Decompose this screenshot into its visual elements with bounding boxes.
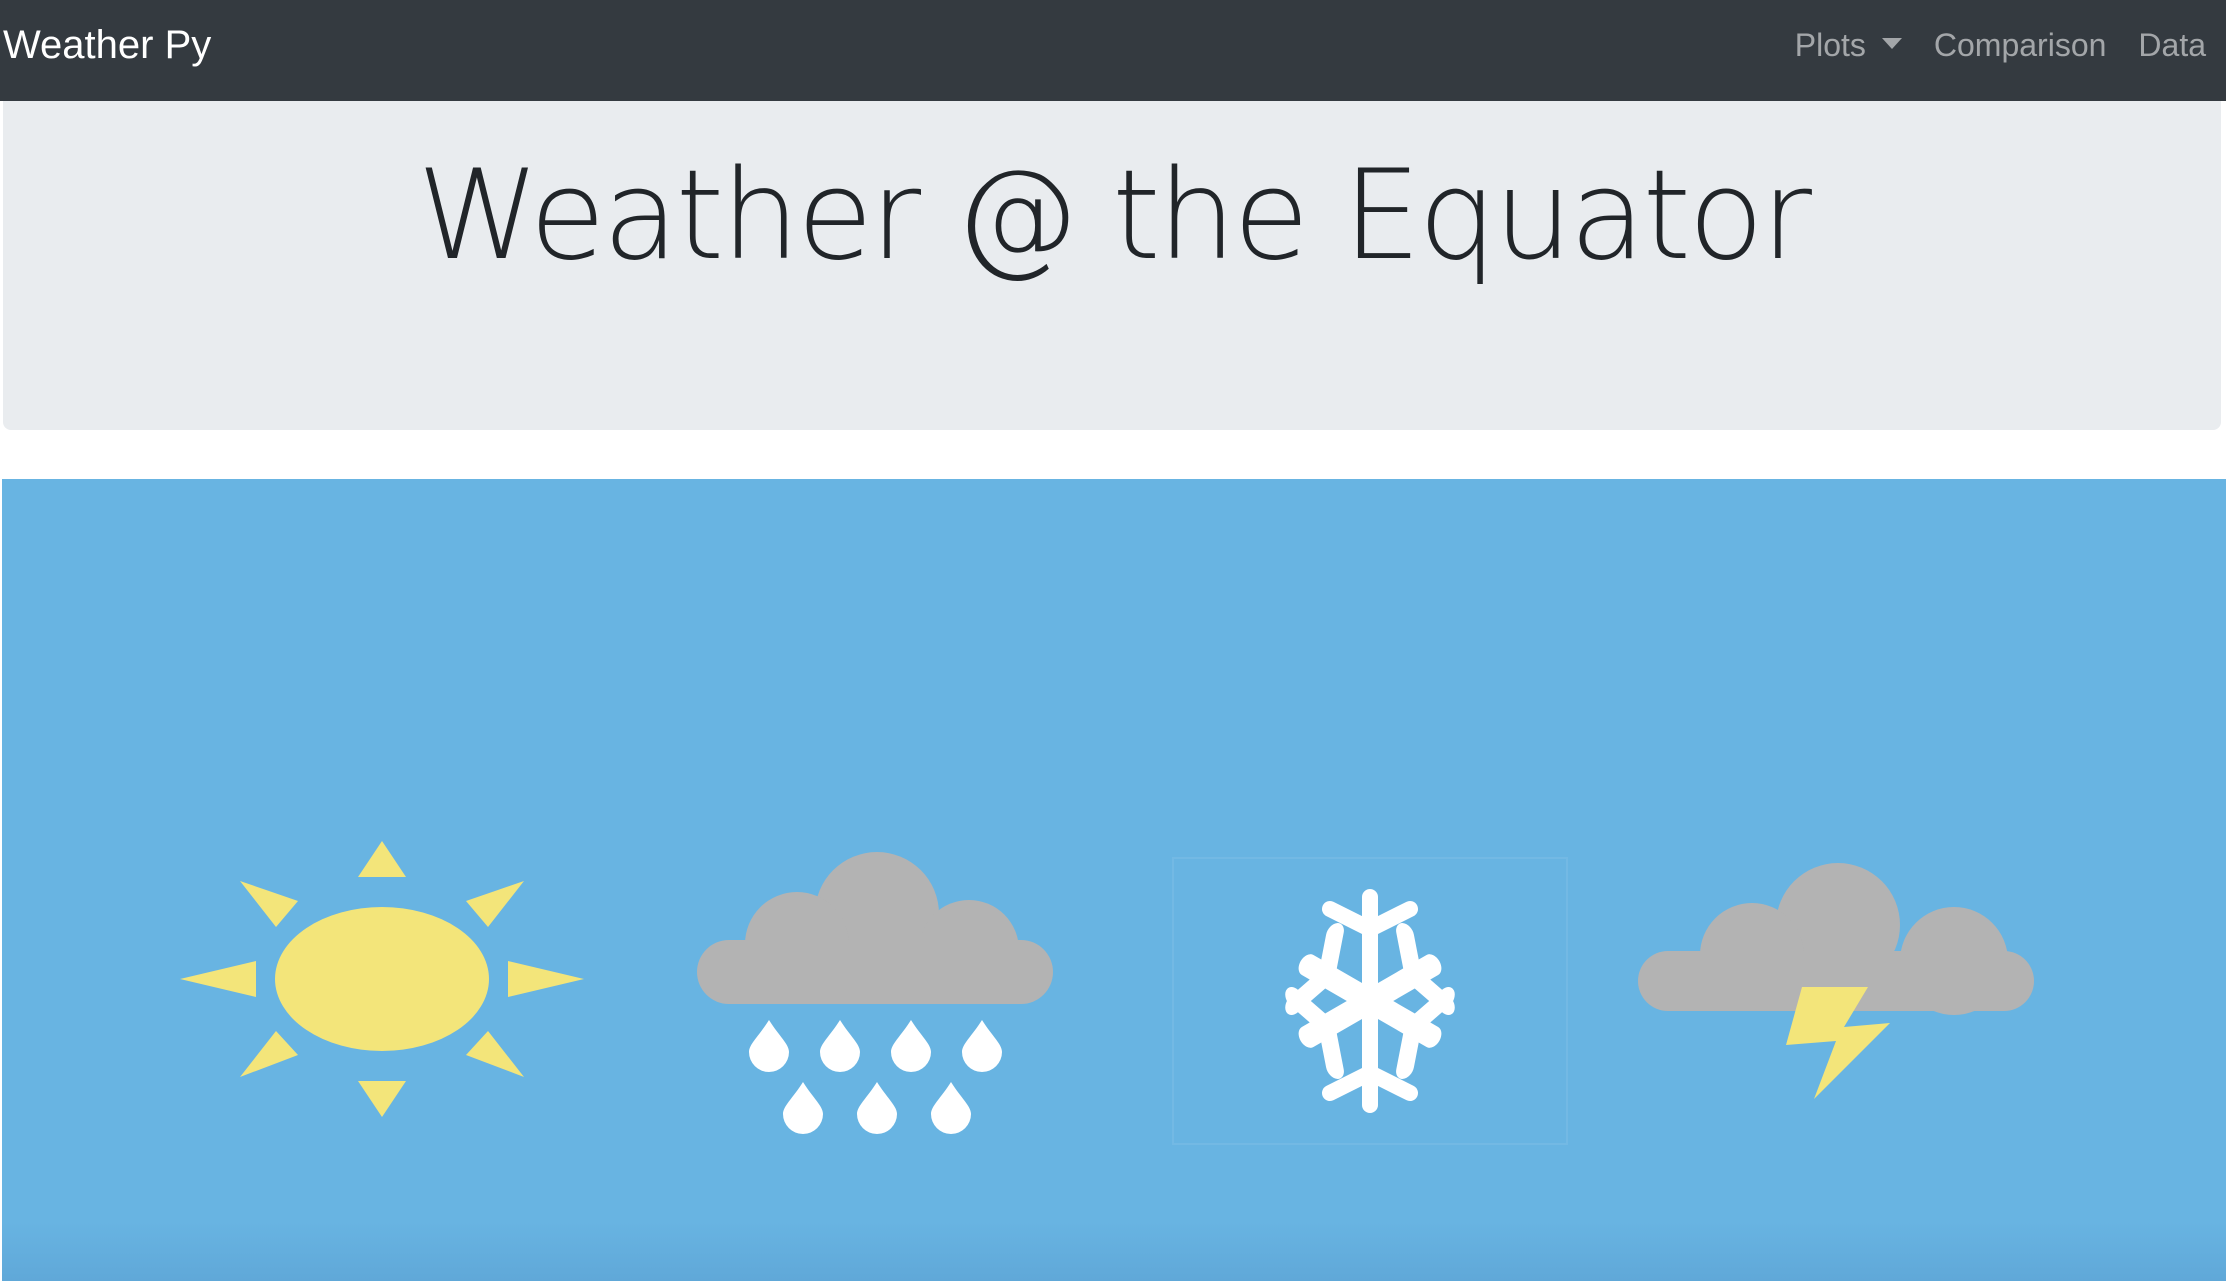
page-title: Weather @ the Equator [417, 144, 1812, 288]
snowflake-icon [1172, 857, 1568, 1145]
nav-links: Plots Comparison Data [1795, 20, 2206, 70]
nav-plots-dropdown[interactable]: Plots [1795, 20, 1902, 70]
nav-plots-label: Plots [1794, 27, 1866, 63]
weather-hero-image [2, 479, 2226, 1281]
sun-icon [180, 841, 584, 1117]
brand-link[interactable]: Weather Py [3, 20, 211, 70]
thunderstorm-icon [1638, 863, 2034, 1099]
rain-cloud-icon [697, 852, 1053, 1134]
hero-shadow [2, 1221, 2226, 1281]
caret-down-icon [1881, 37, 1902, 49]
navbar: Weather Py Plots Comparison Data [0, 0, 2226, 101]
nav-data-link[interactable]: Data [2138, 20, 2206, 70]
nav-comparison-link[interactable]: Comparison [1934, 20, 2107, 70]
